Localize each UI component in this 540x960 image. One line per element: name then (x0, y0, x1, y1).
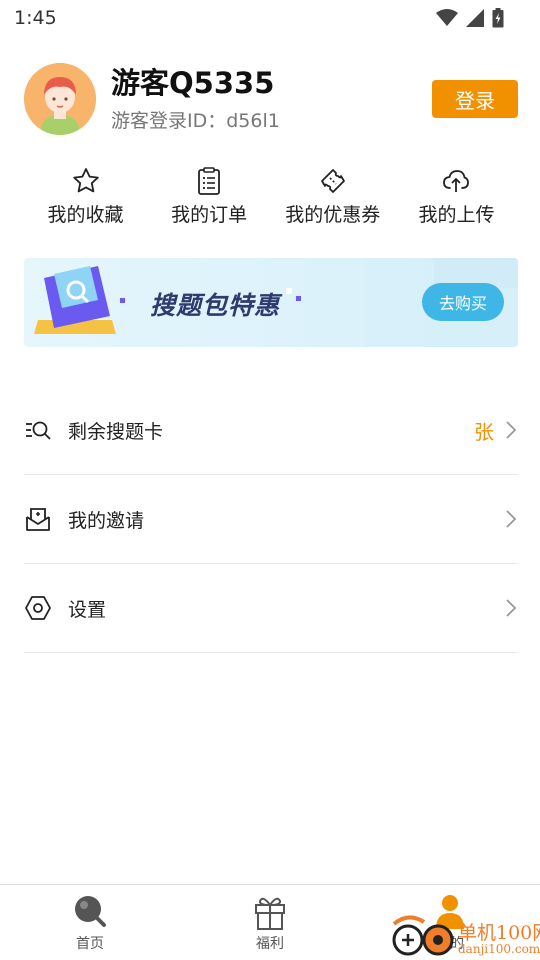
status-bar: 1:45 (0, 0, 540, 36)
avatar-illustration (24, 63, 96, 135)
action-coupons[interactable]: 我的优惠券 (271, 166, 394, 236)
clipboard-icon (198, 167, 221, 195)
status-icons (436, 8, 504, 28)
site-watermark: 单机100网 danji100.com (388, 912, 540, 960)
action-label: 我的订单 (171, 204, 248, 226)
action-label: 我的优惠券 (285, 204, 381, 226)
signal-icon (466, 9, 484, 27)
envelope-icon (26, 508, 50, 531)
search-icon (75, 896, 106, 927)
action-label: 我的收藏 (47, 204, 124, 226)
menu-label: 剩余搜题卡 (68, 420, 164, 443)
action-uploads[interactable]: 我的上传 (395, 166, 518, 236)
nav-home[interactable]: 首页 (45, 893, 135, 953)
menu-item-invitations[interactable]: 我的邀请 (24, 475, 518, 564)
chevron-right-icon (506, 421, 517, 439)
chevron-right-icon (506, 510, 517, 528)
username: 游客Q5335 (111, 66, 275, 100)
star-icon (72, 168, 99, 193)
battery-icon (492, 8, 504, 28)
menu-label: 我的邀请 (68, 509, 145, 532)
profile-text: 游客Q5335 游客登录ID：d56l1 (111, 63, 432, 135)
watermark-logo (392, 915, 454, 956)
login-button[interactable]: 登录 (432, 80, 518, 118)
gift-icon (255, 897, 285, 930)
action-orders[interactable]: 我的订单 (148, 166, 271, 236)
quick-actions: 我的收藏 我的订单 我的优惠券 我的上传 (24, 166, 518, 236)
wifi-icon (436, 9, 458, 26)
nav-label: 首页 (76, 936, 104, 952)
settings-hex-icon (25, 596, 51, 620)
profile-header: 游客Q5335 游客登录ID：d56l1 登录 (24, 62, 518, 136)
menu-item-search-cards[interactable]: 剩余搜题卡 张 (24, 386, 518, 475)
status-time: 1:45 (14, 7, 57, 29)
search-list-icon (26, 421, 51, 440)
ticket-icon (320, 169, 345, 193)
avatar[interactable] (24, 63, 96, 135)
watermark-url: danji100.com (458, 942, 540, 956)
banner-title: 搜题包特惠 (150, 291, 281, 320)
action-label: 我的上传 (418, 204, 495, 226)
cloud-upload-icon (443, 170, 470, 192)
chevron-right-icon (506, 599, 517, 617)
profile-page: 1:45 游客Q5335 游客登录ID：d56l1 登录 我的收藏 我的订单 我… (0, 0, 540, 960)
menu-value: 张 (474, 419, 494, 444)
user-id: 游客登录ID：d56l1 (111, 110, 280, 132)
watermark-text: 单机100网 (458, 922, 540, 944)
menu-list: 剩余搜题卡 张 我的邀请 设置 (24, 386, 518, 653)
promo-banner[interactable]: 搜题包特惠 去购买 (24, 258, 518, 347)
menu-label: 设置 (68, 598, 107, 621)
nav-welfare[interactable]: 福利 (225, 893, 315, 953)
menu-item-settings[interactable]: 设置 (24, 564, 518, 653)
action-favorites[interactable]: 我的收藏 (24, 166, 147, 236)
nav-label: 福利 (256, 936, 284, 952)
buy-button[interactable]: 去购买 (422, 283, 504, 321)
